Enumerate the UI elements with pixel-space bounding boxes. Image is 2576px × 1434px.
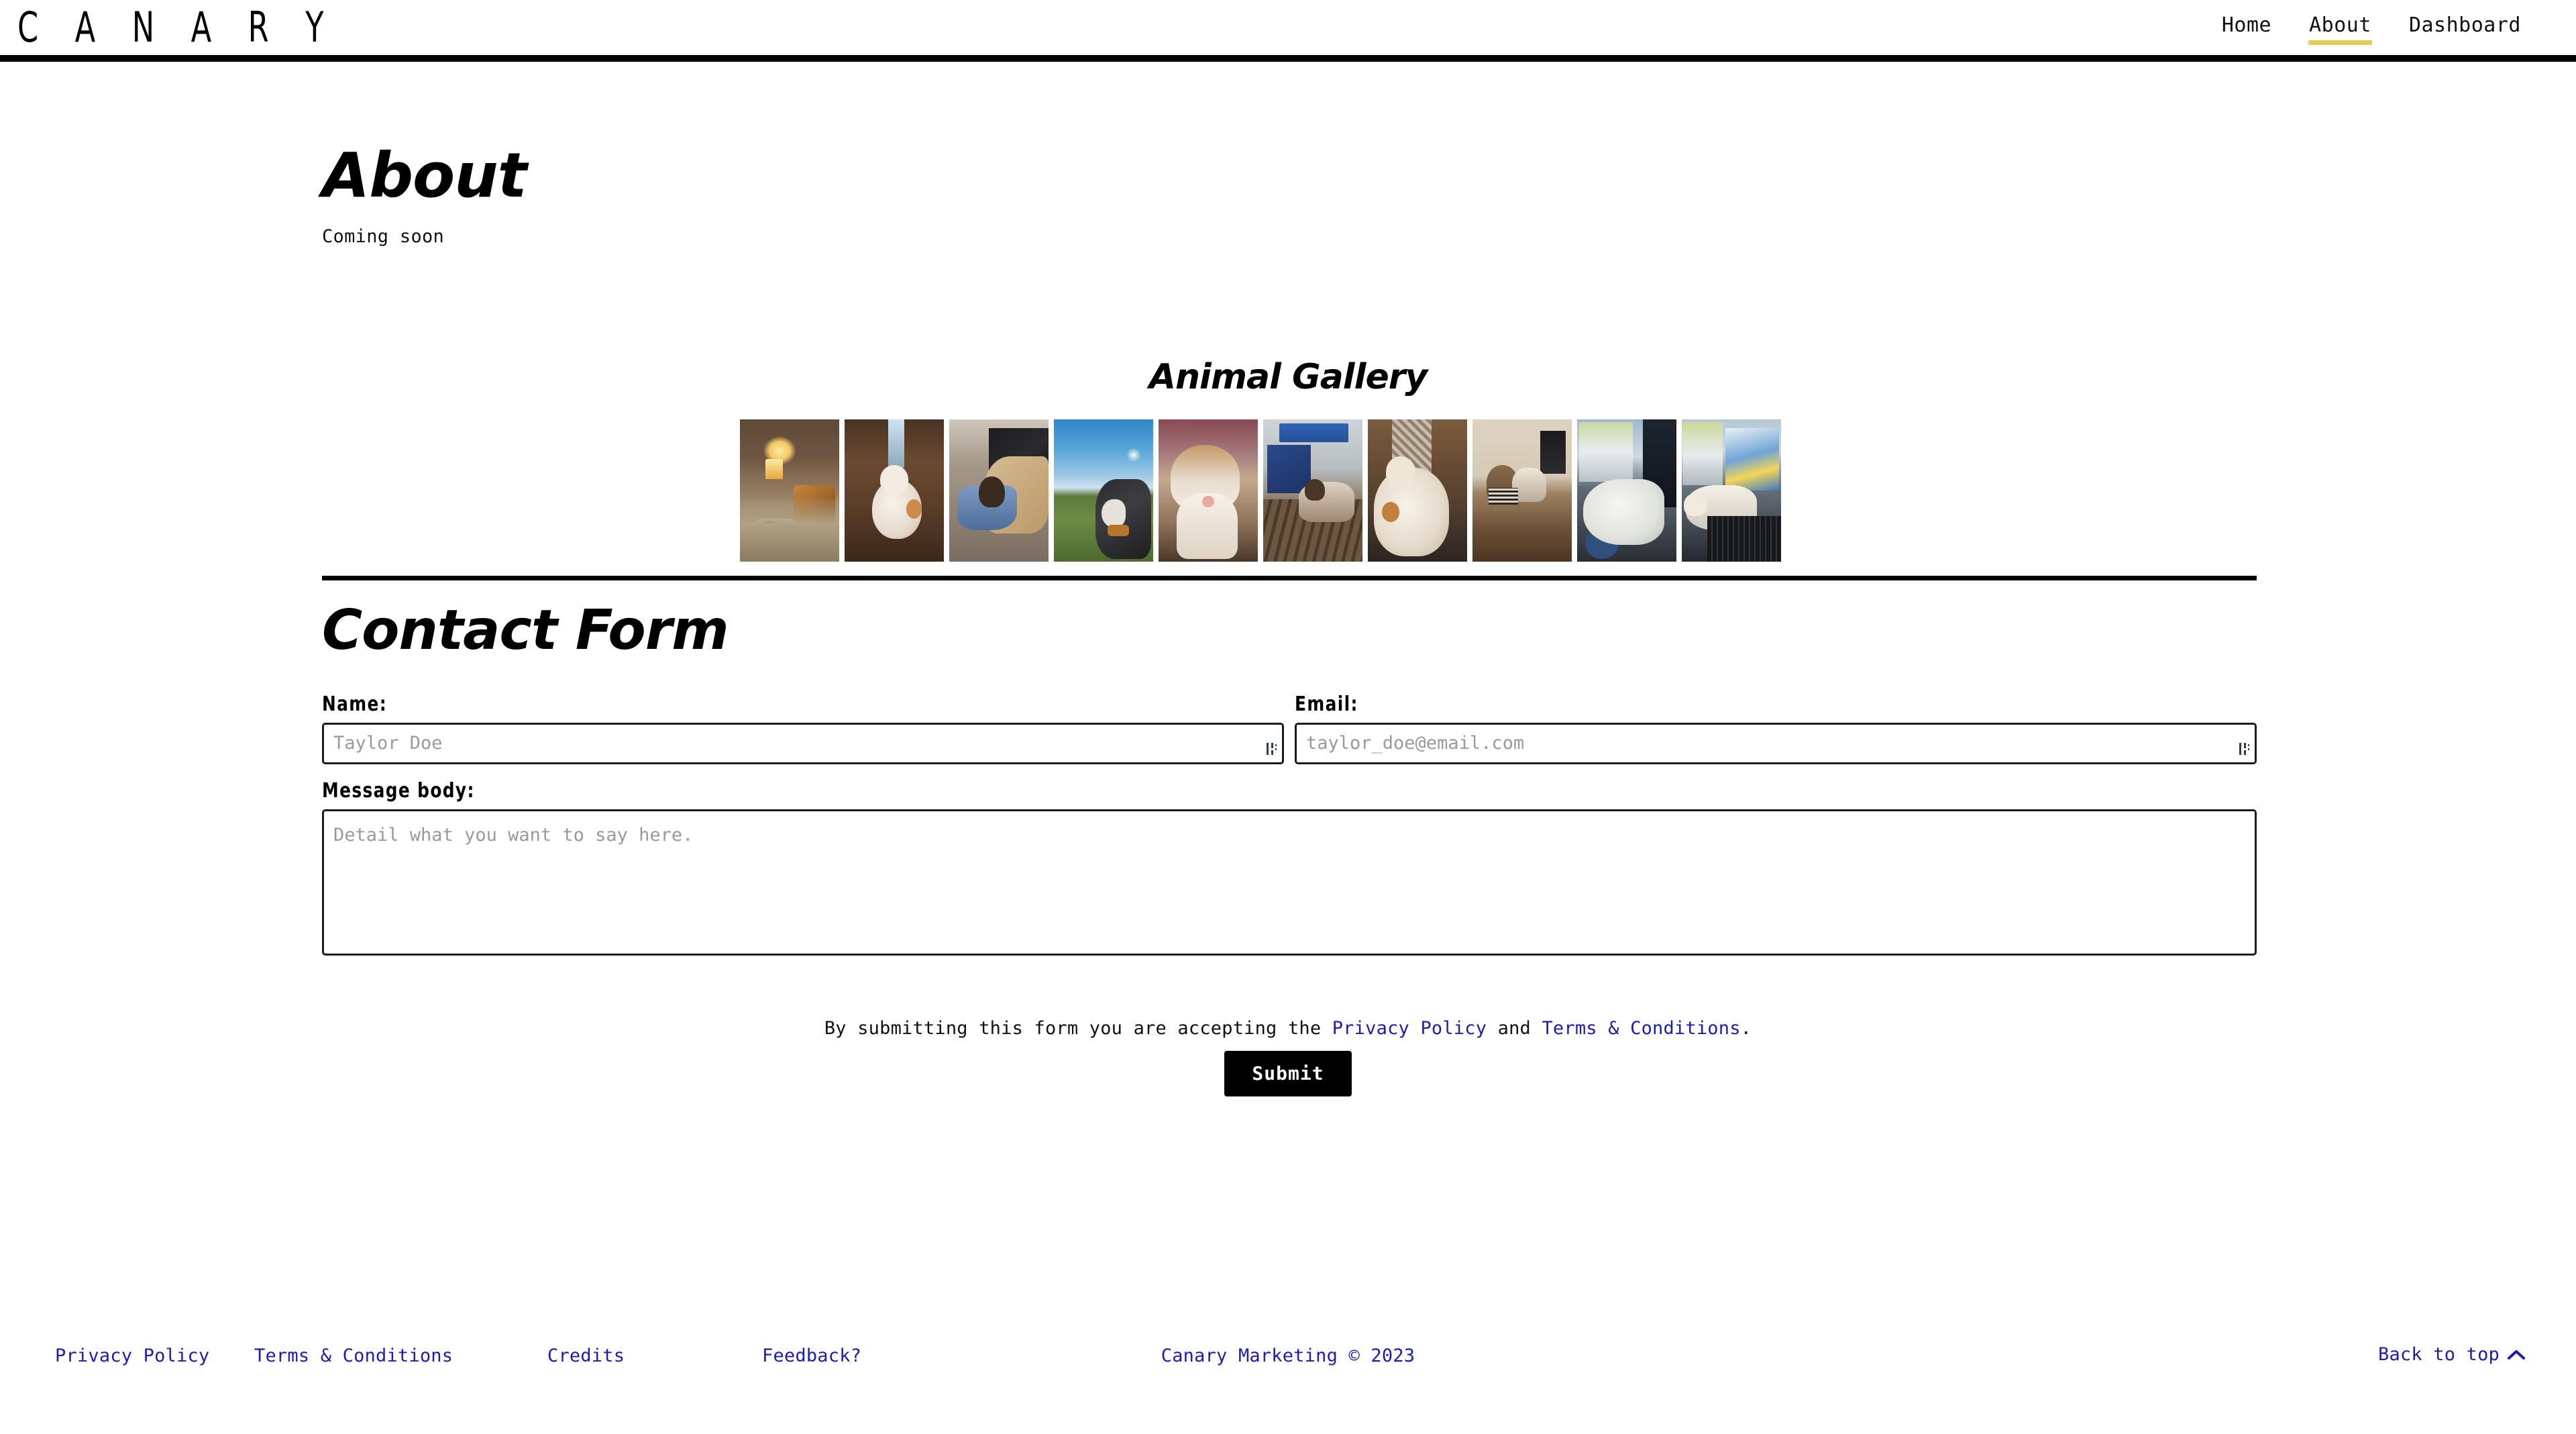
site-footer: Privacy Policy Terms & Conditions Credit… <box>0 1308 2576 1434</box>
main-navigation: Home About Dashboard <box>2220 0 2522 55</box>
brand-logo[interactable]: C A N A R Y <box>17 7 337 48</box>
terms-conditions-link[interactable]: Terms & Conditions <box>1542 1018 1740 1039</box>
site-header: C A N A R Y Home About Dashboard <box>0 0 2576 62</box>
name-field-label: Name: <box>322 693 388 716</box>
nav-item-dashboard[interactable]: Dashboard <box>2408 9 2522 46</box>
nav-item-about[interactable]: About <box>2308 9 2373 46</box>
gallery-thumbnail[interactable] <box>1159 419 1258 562</box>
submit-button[interactable]: Submit <box>1224 1051 1352 1096</box>
consent-suffix: . <box>1740 1018 1752 1039</box>
page-title: About <box>322 140 527 211</box>
section-divider <box>322 576 2257 580</box>
contact-form: Name: Email: <box>322 693 2257 956</box>
gallery-thumbnail[interactable] <box>1368 419 1467 562</box>
gallery-title: Animal Gallery <box>1148 357 1428 397</box>
message-field-group: Message body: <box>322 779 2257 956</box>
about-section: About <box>322 140 527 211</box>
gallery-thumbnail[interactable] <box>740 419 839 562</box>
name-input[interactable] <box>322 723 1284 764</box>
submit-button-container: Submit <box>0 1051 2576 1096</box>
about-body-text: Coming soon <box>322 226 445 247</box>
gallery-thumbnail[interactable] <box>1263 419 1362 562</box>
email-field-group: Email: <box>1295 693 2257 764</box>
consent-prefix: By submitting this form you are acceptin… <box>824 1018 1332 1039</box>
contact-form-title: Contact Form <box>322 599 729 662</box>
gallery-thumbnail[interactable] <box>1682 419 1781 562</box>
email-input[interactable] <box>1295 723 2257 764</box>
email-field-label: Email: <box>1295 693 1358 716</box>
gallery-thumbnail[interactable] <box>1054 419 1153 562</box>
consent-text: By submitting this form you are acceptin… <box>0 1018 2576 1039</box>
gallery-thumbnail[interactable] <box>1472 419 1572 562</box>
message-field-label: Message body: <box>322 779 475 803</box>
main-content: About Coming soon Animal Gallery Contact… <box>0 62 2576 1434</box>
nav-item-home[interactable]: Home <box>2220 9 2273 46</box>
back-to-top-link[interactable]: Back to top <box>2378 1344 2525 1365</box>
consent-conjunction: and <box>1487 1018 1542 1039</box>
chevron-up-icon <box>2508 1349 2525 1360</box>
gallery-thumbnail-strip <box>740 419 1781 562</box>
message-textarea[interactable] <box>322 809 2257 956</box>
name-email-row: Name: Email: <box>322 693 2257 764</box>
name-field-group: Name: <box>322 693 1284 764</box>
back-to-top-label: Back to top <box>2377 1344 2500 1365</box>
footer-copyright: Canary Marketing © 2023 <box>1161 1345 1415 1366</box>
privacy-policy-link[interactable]: Privacy Policy <box>1332 1018 1487 1039</box>
gallery-thumbnail[interactable] <box>1577 419 1676 562</box>
gallery-thumbnail[interactable] <box>949 419 1049 562</box>
gallery-thumbnail[interactable] <box>845 419 944 562</box>
